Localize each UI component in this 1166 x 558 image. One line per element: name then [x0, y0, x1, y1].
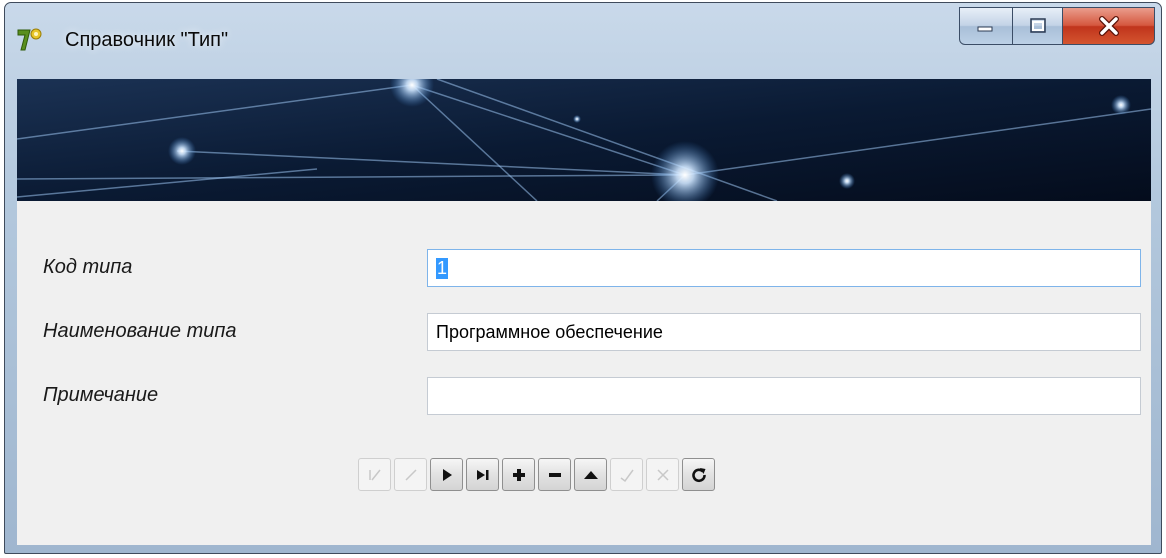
next-record-button[interactable]	[430, 458, 463, 491]
minimize-icon	[977, 26, 993, 32]
prior-record-icon	[404, 468, 417, 481]
prior-record-button[interactable]	[394, 458, 427, 491]
db-navigator	[358, 458, 715, 491]
insert-record-button[interactable]	[502, 458, 535, 491]
refresh-button[interactable]	[682, 458, 715, 491]
minimize-button[interactable]	[959, 7, 1013, 45]
cancel-icon	[656, 468, 669, 481]
delete-record-button[interactable]	[538, 458, 571, 491]
app-window: Справочник "Тип" Код типа 1 Наименование…	[4, 2, 1162, 554]
type-name-field[interactable]	[427, 313, 1141, 351]
type-code-field[interactable]: 1	[427, 249, 1141, 287]
close-button[interactable]	[1063, 7, 1155, 45]
refresh-icon	[691, 467, 706, 482]
next-record-icon	[442, 468, 452, 481]
close-icon	[1098, 16, 1119, 36]
title-bar[interactable]: Справочник "Тип"	[5, 3, 1161, 79]
check-icon	[620, 469, 634, 482]
minus-icon	[548, 472, 561, 477]
first-record-button[interactable]	[358, 458, 391, 491]
form-area: Код типа 1 Наименование типа Примечание	[17, 201, 1151, 545]
first-record-icon	[368, 469, 381, 480]
triangle-up-icon	[583, 470, 598, 479]
maximize-button[interactable]	[1013, 7, 1063, 45]
app-icon	[17, 28, 42, 51]
note-field[interactable]	[427, 377, 1141, 415]
cancel-edit-button[interactable]	[646, 458, 679, 491]
caption-buttons	[959, 7, 1155, 47]
header-banner-image	[17, 79, 1151, 201]
selected-text: 1	[436, 257, 449, 279]
note-label: Примечание	[43, 384, 159, 406]
maximize-icon	[1029, 18, 1046, 33]
plus-icon	[512, 468, 525, 481]
type-code-label: Код типа	[43, 256, 133, 278]
last-record-button[interactable]	[466, 458, 499, 491]
last-record-icon	[476, 469, 488, 480]
post-record-button[interactable]	[610, 458, 643, 491]
edit-record-button[interactable]	[574, 458, 607, 491]
type-name-label: Наименование типа	[43, 320, 237, 342]
window-title: Справочник "Тип"	[65, 29, 229, 51]
